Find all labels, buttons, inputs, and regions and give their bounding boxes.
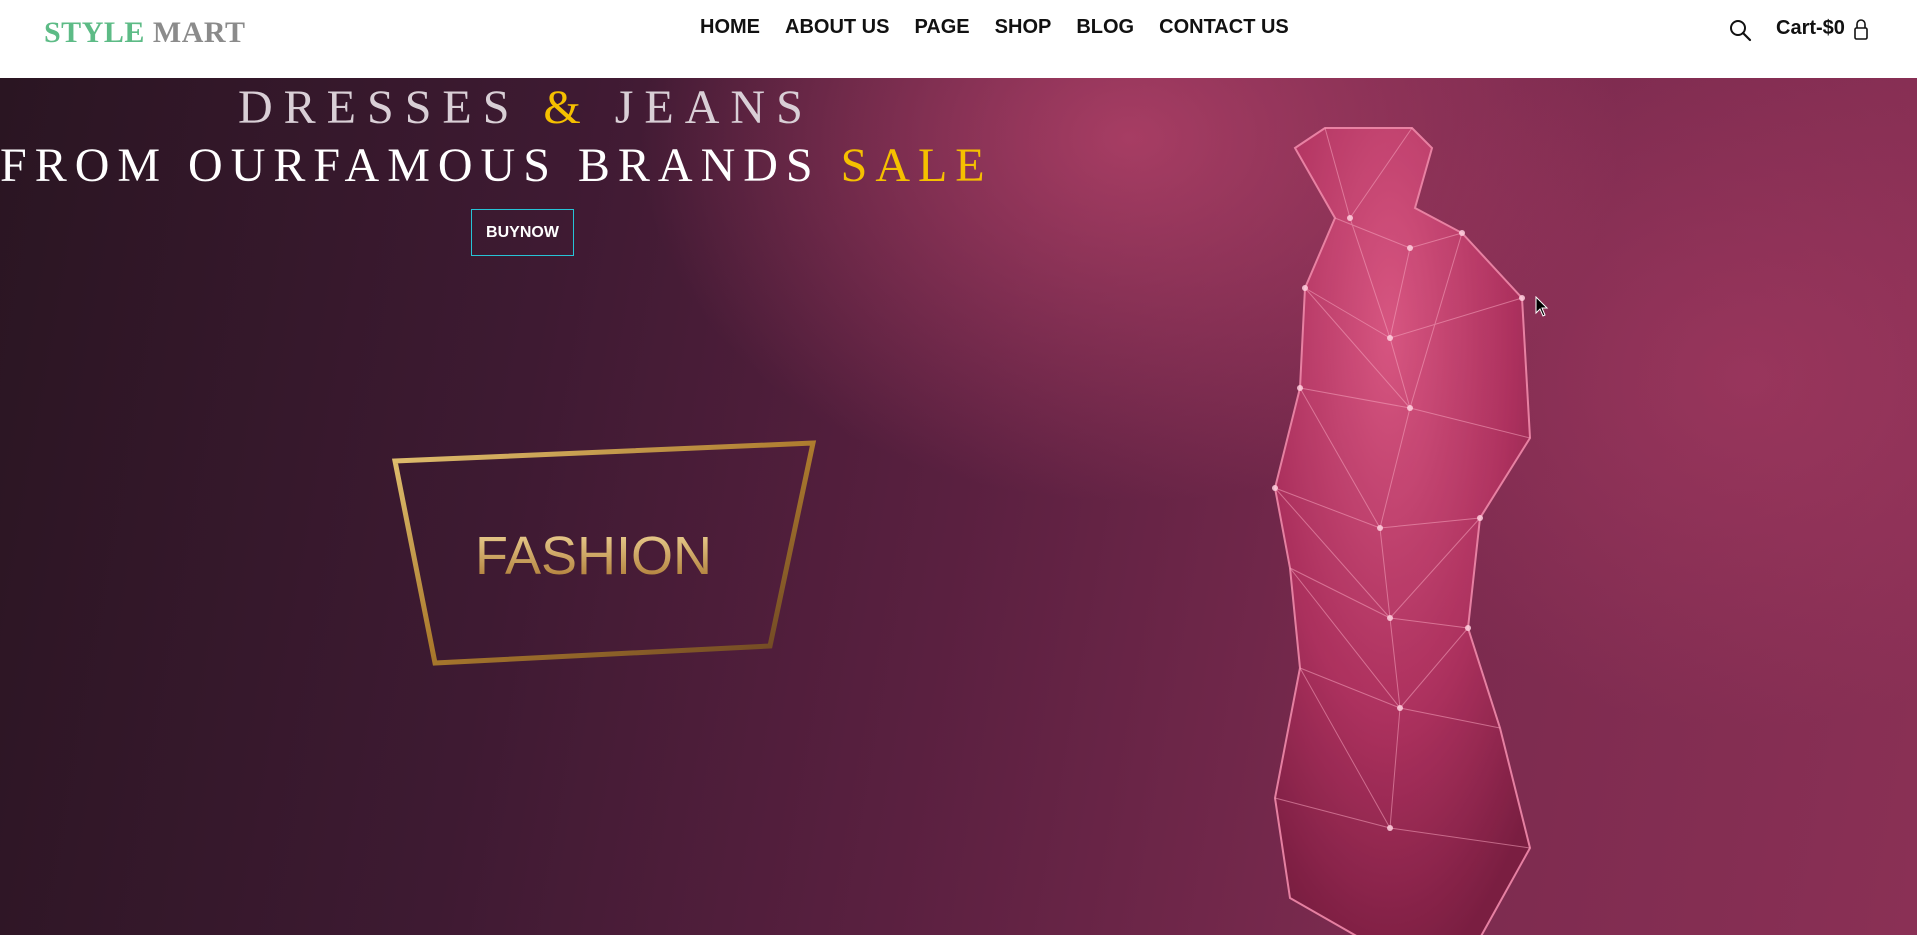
logo[interactable]: STYLE MART — [44, 16, 246, 50]
logo-part-mart: MART — [152, 16, 246, 49]
buy-now-button[interactable]: BUYNOW — [471, 209, 574, 256]
nav-page[interactable]: PAGE — [914, 16, 969, 39]
fashion-frame-graphic: FASHION — [391, 440, 817, 666]
headline-sale: SALE — [840, 139, 993, 192]
search-icon[interactable] — [1728, 18, 1752, 42]
mannequin-image — [1272, 127, 1532, 935]
main-nav: HOME ABOUT US PAGE SHOP BLOG CONTACT US — [700, 16, 1314, 39]
hero-headline-line2: FROM OURFAMOUS BRANDS SALE — [0, 138, 993, 193]
nav-blog[interactable]: BLOG — [1076, 16, 1134, 39]
site-header: STYLE MART HOME ABOUT US PAGE SHOP BLOG … — [0, 0, 1917, 78]
headline-brands: FROM OURFAMOUS BRANDS — [0, 139, 821, 192]
logo-part-style: STYLE — [44, 16, 145, 49]
hero-banner: DRESSES & JEANS FROM OURFAMOUS BRANDS SA… — [0, 78, 1917, 935]
fashion-art-text: FASHION — [475, 526, 712, 586]
hero-headline-line1: DRESSES & JEANS — [238, 80, 814, 135]
headline-ampersand: & — [543, 81, 592, 134]
nav-contact-us[interactable]: CONTACT US — [1159, 16, 1289, 39]
cart-link[interactable]: Cart-$0 — [1776, 17, 1845, 40]
headline-jeans: JEANS — [614, 81, 814, 134]
headline-dresses: DRESSES — [238, 81, 521, 134]
nav-home[interactable]: HOME — [700, 16, 760, 39]
nav-about-us[interactable]: ABOUT US — [785, 16, 889, 39]
lock-icon[interactable] — [1853, 17, 1869, 41]
mouse-cursor-icon — [1535, 296, 1549, 317]
nav-shop[interactable]: SHOP — [995, 16, 1052, 39]
